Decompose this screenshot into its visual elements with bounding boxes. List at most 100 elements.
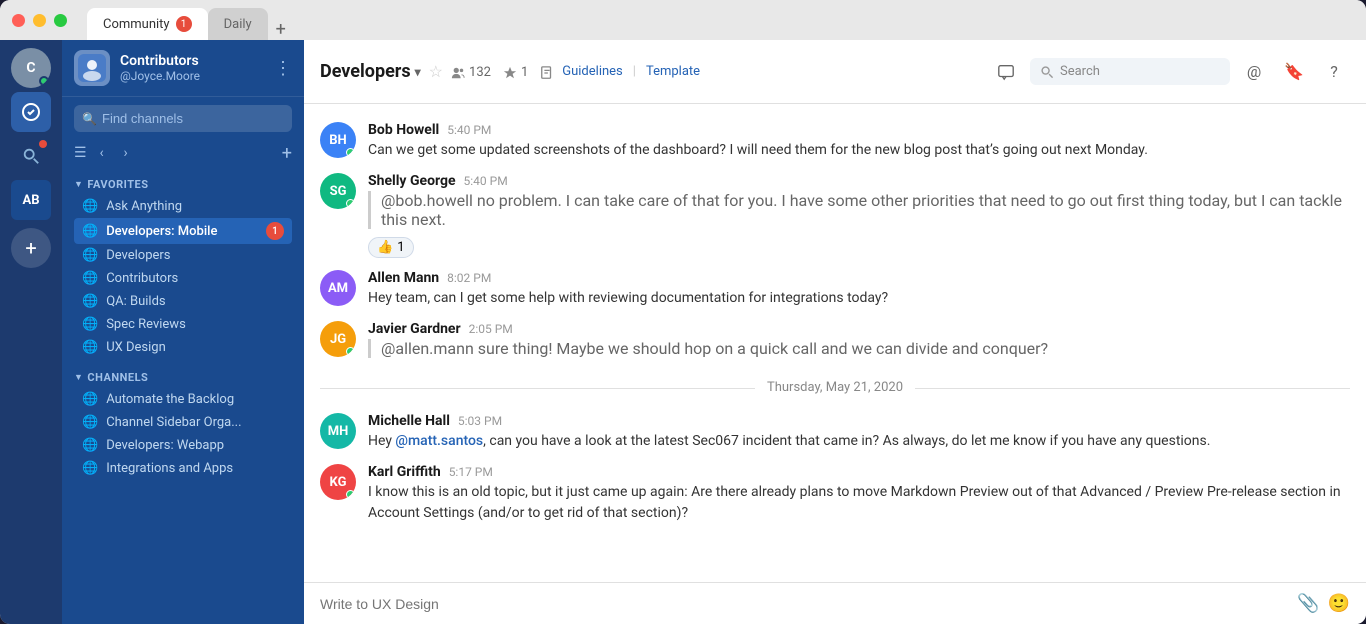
sidebar-item-developers-mobile[interactable]: 🌐 Developers: Mobile 1 (74, 218, 292, 244)
tab-community[interactable]: Community 1 (87, 8, 208, 40)
sidebar-item-spec-reviews[interactable]: 🌐 Spec Reviews (74, 313, 292, 336)
message-row: MH Michelle Hall 5:03 PM Hey @matt.santo… (304, 407, 1366, 458)
channel-globe-icon: 🌐 (82, 340, 98, 355)
message-row: KG Karl Griffith 5:17 PM I know this is … (304, 458, 1366, 530)
filter-icon[interactable]: ☰ (74, 145, 87, 161)
favorites-chevron-icon: ▼ (74, 179, 83, 190)
forward-button[interactable]: › (115, 142, 137, 164)
guidelines-tab[interactable]: Guidelines (562, 64, 623, 79)
close-button[interactable] (12, 14, 25, 27)
sidebar-item-label: Ask Anything (106, 199, 182, 214)
minimize-button[interactable] (33, 14, 46, 27)
channel-globe-icon: 🌐 (82, 224, 98, 239)
tab-add-button[interactable]: + (268, 19, 294, 40)
message-text: I know this is an old topic, but it just… (368, 482, 1350, 524)
find-channels-search-icon: 🔍 (82, 112, 97, 126)
message-input-area: 📎 🙂 (304, 582, 1366, 624)
workspace-avatar[interactable]: C (11, 48, 51, 88)
reaction-button[interactable]: 👍1 (368, 237, 414, 258)
message-input[interactable] (320, 596, 1289, 612)
sidebar-item-developers[interactable]: 🌐 Developers (74, 244, 292, 267)
channel-globe-icon: 🌐 (82, 248, 98, 263)
tab-daily[interactable]: Daily (208, 8, 268, 40)
avatar: AM (320, 270, 356, 306)
tab-bar: Community 1 Daily + (87, 0, 294, 40)
notification-dot (39, 140, 47, 148)
search-placeholder: Search (1060, 64, 1100, 79)
sidebar-item-contributors[interactable]: 🌐 Contributors (74, 267, 292, 290)
channel-dropdown-icon[interactable]: ▾ (415, 65, 421, 79)
channel-header-inner: Developers ▾ ☆ 132 1 (320, 61, 978, 82)
star-icon[interactable]: ☆ (429, 62, 443, 81)
sidebar-item-label: Channel Sidebar Orga... (106, 415, 241, 430)
find-channels-area: 🔍 (62, 97, 304, 140)
bookmark-icon[interactable]: 🔖 (1278, 56, 1310, 88)
sidebar-item-qa-builds[interactable]: 🌐 QA: Builds (74, 290, 292, 313)
message-row: JG Javier Gardner 2:05 PM @allen.mann su… (304, 315, 1366, 368)
channel-globe-icon: 🌐 (82, 317, 98, 332)
sidebar-item-label: Developers: Mobile (106, 224, 217, 239)
message-search-box[interactable]: Search (1030, 58, 1230, 85)
emoji-icon[interactable]: 🙂 (1328, 593, 1350, 614)
mention-link[interactable]: @bob.howell (381, 191, 473, 210)
sidebar-header: Contributors @Joyce.Moore ⋮ (62, 40, 304, 97)
favorites-section: ▼ FAVORITES 🌐 Ask Anything 🌐 Developers:… (62, 170, 304, 363)
mention-link[interactable]: @matt.santos (395, 433, 483, 449)
member-count: 132 (451, 65, 491, 80)
online-indicator (346, 199, 355, 208)
channel-name: Developers ▾ (320, 61, 421, 82)
back-button[interactable]: ‹ (91, 142, 113, 164)
sidebar-item-label: Contributors (106, 271, 178, 286)
user-icon[interactable]: AB (11, 180, 51, 220)
message-body: Bob Howell 5:40 PM Can we get some updat… (368, 122, 1350, 161)
channel-globe-icon: 🌐 (82, 438, 98, 453)
search-icon[interactable] (11, 136, 51, 176)
message-body: Shelly George 5:40 PM @bob.howell no pro… (368, 173, 1350, 258)
maximize-button[interactable] (54, 14, 67, 27)
message-row: AM Allen Mann 8:02 PM Hey team, can I ge… (304, 264, 1366, 315)
online-indicator (39, 76, 49, 86)
message-time: 5:40 PM (464, 174, 508, 188)
sidebar-item-ux-design[interactable]: 🌐 UX Design (74, 336, 292, 359)
sidebar-item-automate-backlog[interactable]: 🌐 Automate the Backlog (74, 388, 292, 411)
channel-globe-icon: 🌐 (82, 271, 98, 286)
message-time: 5:40 PM (447, 123, 491, 137)
template-tab[interactable]: Template (646, 64, 700, 79)
channel-meta: 132 1 (451, 65, 554, 80)
sidebar-item-label: Spec Reviews (106, 317, 186, 332)
sidebar-item-ask-anything[interactable]: 🌐 Ask Anything (74, 195, 292, 218)
message-author: Shelly George (368, 173, 456, 189)
online-indicator (346, 347, 355, 356)
compose-button[interactable]: + (282, 143, 292, 164)
date-divider: Thursday, May 21, 2020 (304, 368, 1366, 407)
thread-icon[interactable] (990, 56, 1022, 88)
sidebar-item-developers-webapp[interactable]: 🌐 Developers: Webapp (74, 434, 292, 457)
message-text: Hey team, can I get some help with revie… (368, 288, 1350, 309)
attachment-icon[interactable]: 📎 (1297, 593, 1319, 614)
message-quote: @allen.mann sure thing! Maybe we should … (368, 339, 1350, 358)
mention-link[interactable]: @allen.mann (381, 339, 474, 358)
messages-area: BH Bob Howell 5:40 PM Can we get some up… (304, 104, 1366, 582)
message-body: Michelle Hall 5:03 PM Hey @matt.santos, … (368, 413, 1350, 452)
tab-community-badge: 1 (176, 16, 192, 32)
main-content: Developers ▾ ☆ 132 1 (304, 40, 1366, 624)
sidebar-item-label: QA: Builds (106, 294, 165, 309)
help-icon[interactable]: ? (1318, 56, 1350, 88)
icon-rail: C AB + (0, 40, 62, 624)
message-author: Karl Griffith (368, 464, 441, 480)
favorites-header[interactable]: ▼ FAVORITES (74, 178, 292, 191)
channels-header[interactable]: ▼ CHANNELS (74, 371, 292, 384)
avatar: BH (320, 122, 356, 158)
sidebar-item-channel-sidebar[interactable]: 🌐 Channel Sidebar Orga... (74, 411, 292, 434)
sidebar-item-label: UX Design (106, 340, 166, 355)
message-author: Bob Howell (368, 122, 439, 138)
favorites-label: FAVORITES (87, 178, 148, 191)
add-workspace-button[interactable]: + (11, 228, 51, 268)
home-icon[interactable] (11, 92, 51, 132)
mention-icon[interactable]: @ (1238, 56, 1270, 88)
find-channels-input[interactable] (74, 105, 292, 132)
sidebar-item-integrations-apps[interactable]: 🌐 Integrations and Apps (74, 457, 292, 480)
message-text: Can we get some updated screenshots of t… (368, 140, 1350, 161)
sidebar-more-button[interactable]: ⋮ (274, 58, 292, 79)
channel-globe-icon: 🌐 (82, 392, 98, 407)
